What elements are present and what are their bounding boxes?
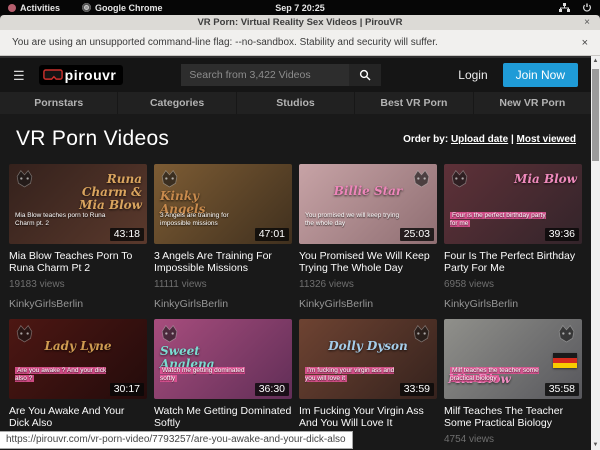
thumb-overlay-name: Runa Charm & Mia Blow	[64, 173, 142, 212]
thumb-overlay-name: Mia Blow	[499, 173, 577, 186]
studio-cat-mask-icon	[159, 168, 180, 189]
video-card[interactable]: Mia Blow Four is the perfect birthday pa…	[444, 164, 582, 310]
scroll-up-icon[interactable]: ▲	[591, 58, 600, 64]
nav-item-studios[interactable]: Studios	[236, 92, 354, 114]
view-count: 4754 views	[444, 434, 582, 445]
view-count: 19183 views	[9, 279, 147, 290]
join-now-button[interactable]: Join Now	[503, 63, 578, 87]
studio-link[interactable]: KinkyGirlsBerlin	[444, 298, 582, 310]
duration-badge: 25:03	[400, 228, 434, 241]
video-title[interactable]: Milf Teaches The Teacher Some Practical …	[444, 405, 582, 430]
thumb-overlay-name: Lady Lyne	[9, 340, 147, 353]
warning-close-icon[interactable]: ×	[582, 37, 588, 49]
studio-link[interactable]: KinkyGirlsBerlin	[9, 298, 147, 310]
warning-text: You are using an unsupported command-lin…	[12, 37, 438, 48]
site-header: ☰ pirouvr Login Join Now	[0, 56, 591, 92]
video-thumbnail[interactable]: Dolly Dyson I'm fucking your virgin ass …	[299, 319, 437, 399]
video-card[interactable]: Runa Charm & Mia Blow Mia Blow teaches p…	[9, 164, 147, 310]
studio-link[interactable]: KinkyGirlsBerlin	[154, 298, 292, 310]
thumb-caption: Four is the perfect birthday party for m…	[450, 212, 548, 228]
search-input[interactable]	[181, 64, 349, 86]
nav-item-categories[interactable]: Categories	[117, 92, 235, 114]
video-title[interactable]: Are You Awake And Your Dick Also	[9, 405, 147, 430]
search-icon	[359, 69, 371, 81]
studio-link[interactable]: KinkyGirlsBerlin	[299, 298, 437, 310]
duration-badge: 39:36	[545, 228, 579, 241]
thumb-caption: Watch me getting dominated softly	[160, 367, 258, 383]
view-count: 11111 views	[154, 279, 292, 290]
duration-badge: 47:01	[255, 228, 289, 241]
studio-cat-mask-icon	[556, 323, 577, 344]
video-thumbnail[interactable]: Kinky Angels 3 Angels are training for i…	[154, 164, 292, 244]
duration-badge: 43:18	[110, 228, 144, 241]
video-title[interactable]: Mia Blow Teaches Porn To Runa Charm Pt 2	[9, 250, 147, 275]
duration-badge: 36:30	[255, 383, 289, 396]
scrollbar-thumb[interactable]	[592, 69, 599, 161]
web-content: ☰ pirouvr Login Join Now Pornst	[0, 56, 600, 450]
video-title[interactable]: Watch Me Getting Dominated Softly	[154, 405, 292, 430]
system-top-bar: Activities Google Chrome Sep 7 20:25	[0, 0, 600, 15]
order-most-viewed-link[interactable]: Most viewed	[517, 134, 576, 145]
view-count: 6958 views	[444, 279, 582, 290]
thumb-caption: You promised we will keep trying the who…	[305, 212, 403, 228]
video-title[interactable]: You Promised We Will Keep Trying The Who…	[299, 250, 437, 275]
sandbox-warning-bar: You are using an unsupported command-lin…	[0, 30, 600, 56]
search-button[interactable]	[349, 64, 381, 86]
thumb-caption: Mia Blow teaches porn to Runa Charm pt. …	[15, 212, 113, 228]
site-logo[interactable]: pirouvr	[39, 65, 124, 85]
duration-badge: 33:59	[400, 383, 434, 396]
video-title[interactable]: 3 Angels Are Training For Impossible Mis…	[154, 250, 292, 275]
network-icon[interactable]	[559, 3, 570, 13]
logo-text: pirouvr	[65, 67, 117, 83]
nav-item-best[interactable]: Best VR Porn	[354, 92, 472, 114]
video-card[interactable]: Kinky Angels 3 Angels are training for i…	[154, 164, 292, 310]
browser-title-bar[interactable]: VR Porn: Virtual Reality Sex Videos | Pi…	[0, 15, 600, 30]
video-thumbnail[interactable]: Runa Charm & Mia Blow Mia Blow teaches p…	[9, 164, 147, 244]
duration-badge: 30:17	[110, 383, 144, 396]
video-grid: Runa Charm & Mia Blow Mia Blow teaches p…	[0, 164, 591, 450]
video-card[interactable]: Billie Star You promised we will keep tr…	[299, 164, 437, 310]
view-count: 11326 views	[299, 279, 437, 290]
thumb-caption: I'm fucking your virgin ass and you will…	[305, 367, 403, 383]
thumb-caption: 3 Angels are training for impossible mis…	[160, 212, 258, 228]
thumb-caption: Are you awake ? And your dick also ?	[15, 367, 113, 383]
clock[interactable]: Sep 7 20:25	[0, 3, 600, 13]
order-upload-date-link[interactable]: Upload date	[451, 134, 508, 145]
vr-goggles-icon	[43, 68, 63, 82]
nav-item-new[interactable]: New VR Porn	[473, 92, 591, 114]
tab-close-icon[interactable]: ×	[584, 17, 590, 28]
scrollbar[interactable]: ▲ ▼	[591, 56, 600, 450]
studio-cat-mask-icon	[449, 168, 470, 189]
search-bar	[181, 64, 381, 86]
order-by-label: Order by:	[403, 134, 448, 145]
studio-cat-mask-icon	[14, 168, 35, 189]
video-title[interactable]: Four Is The Perfect Birthday Party For M…	[444, 250, 582, 275]
page-title: VR Porn Videos	[16, 127, 169, 151]
video-thumbnail[interactable]: Sweet Analena Watch me getting dominated…	[154, 319, 292, 399]
power-icon[interactable]	[582, 3, 592, 13]
status-bar-url: https://pirouvr.com/vr-porn-video/779325…	[0, 431, 353, 449]
order-by: Order by: Upload date | Most viewed	[403, 134, 576, 145]
tab-title: VR Porn: Virtual Reality Sex Videos | Pi…	[0, 17, 600, 28]
german-flag-icon	[553, 353, 577, 368]
studio-cat-mask-icon	[159, 323, 180, 344]
video-thumbnail[interactable]: Mia Blow Milf teaches the teacher some p…	[444, 319, 582, 399]
thumb-caption: Milf teaches the teacher some practical …	[450, 367, 548, 383]
thumb-overlay-name: Dolly Dyson	[299, 340, 437, 353]
nav-item-pornstars[interactable]: Pornstars	[0, 92, 117, 114]
thumb-overlay-name: Billie Star	[299, 185, 437, 198]
duration-badge: 35:58	[545, 383, 579, 396]
main-nav: Pornstars Categories Studios Best VR Por…	[0, 92, 591, 114]
hamburger-menu-icon[interactable]: ☰	[13, 69, 25, 82]
video-thumbnail[interactable]: Billie Star You promised we will keep tr…	[299, 164, 437, 244]
video-card[interactable]: Mia Blow Milf teaches the teacher some p…	[444, 319, 582, 450]
scroll-down-icon[interactable]: ▼	[591, 442, 600, 448]
video-thumbnail[interactable]: Lady Lyne Are you awake ? And your dick …	[9, 319, 147, 399]
video-title[interactable]: Im Fucking Your Virgin Ass And You Will …	[299, 405, 437, 430]
video-thumbnail[interactable]: Mia Blow Four is the perfect birthday pa…	[444, 164, 582, 244]
login-link[interactable]: Login	[458, 68, 487, 82]
